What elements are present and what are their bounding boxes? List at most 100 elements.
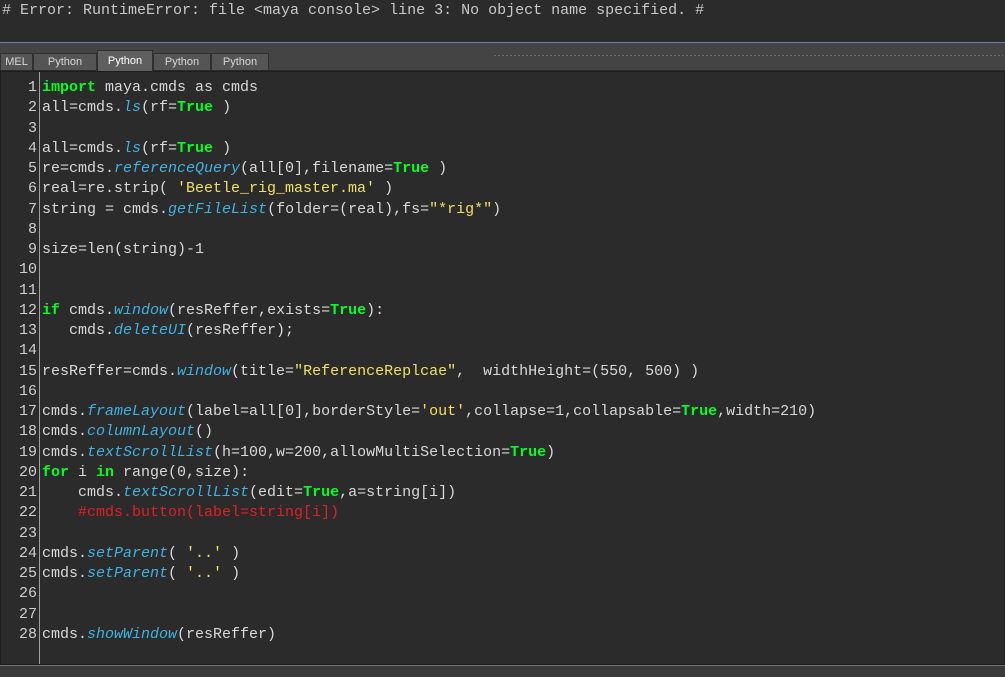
line-number: 23 bbox=[18, 524, 37, 542]
code-token: '..' bbox=[186, 565, 223, 582]
code-token: window bbox=[177, 362, 232, 380]
tab-drag-grip[interactable] bbox=[493, 54, 1003, 57]
code-token: (resReffer); bbox=[186, 322, 295, 339]
code-token: ) bbox=[222, 565, 241, 582]
line-number: 24 bbox=[18, 544, 37, 562]
code-token: getFileList bbox=[168, 200, 268, 218]
code-token: True bbox=[330, 301, 367, 319]
code-token: frameLayout bbox=[87, 403, 187, 420]
code-token: ls bbox=[123, 99, 142, 117]
code-token: (resReffer) bbox=[177, 625, 277, 643]
code-line[interactable]: real=re.strip( 'Beetle_rig_master.ma' ) bbox=[42, 179, 393, 199]
code-token: size=len(string)-1 bbox=[42, 241, 205, 258]
code-token: (folder=(real),fs= bbox=[267, 200, 430, 218]
code-line[interactable]: cmds.columnLayout() bbox=[42, 422, 213, 442]
line-number: 12 bbox=[18, 301, 37, 319]
code-line[interactable]: for i in range(0,size): bbox=[42, 463, 249, 483]
code-token: cmds. bbox=[42, 403, 88, 420]
code-line[interactable]: all=cmds.ls(rf=True ) bbox=[42, 98, 231, 118]
code-line[interactable]: import maya.cmds as cmds bbox=[42, 78, 258, 98]
code-token: True bbox=[177, 99, 214, 117]
code-token: ls bbox=[123, 139, 142, 157]
code-token: cmds. bbox=[42, 625, 88, 643]
script-tab-bar: MEL Python Python Python Python bbox=[0, 50, 1005, 71]
code-token: ( bbox=[168, 565, 187, 582]
code-token: True bbox=[177, 139, 214, 157]
code-token: ) bbox=[213, 139, 232, 157]
code-token: (h=100,w=200,allowMultiSelection= bbox=[213, 443, 511, 461]
code-line[interactable]: string = cmds.getFileList(folder=(real),… bbox=[42, 200, 501, 220]
code-line[interactable]: size=len(string)-1 bbox=[42, 240, 204, 260]
code-token: all=cmds. bbox=[42, 99, 124, 117]
code-token: "ReferenceReplcae" bbox=[294, 362, 457, 380]
line-number: 20 bbox=[18, 463, 37, 481]
tab-python-2[interactable]: Python bbox=[97, 50, 153, 71]
code-token: '..' bbox=[186, 544, 223, 562]
tab-python-3[interactable]: Python bbox=[153, 53, 211, 70]
line-number: 14 bbox=[18, 342, 37, 360]
code-token: referenceQuery bbox=[114, 160, 241, 177]
code-token: resReffer=cmds. bbox=[42, 362, 178, 380]
line-number: 13 bbox=[18, 322, 37, 339]
code-line[interactable]: re=cmds.referenceQuery(all[0],filename=T… bbox=[42, 159, 447, 179]
script-output-pane[interactable]: # Error: RuntimeError: file <maya consol… bbox=[0, 0, 1005, 42]
code-token: True bbox=[393, 160, 430, 177]
code-line[interactable]: #cmds.button(label=string[i]) bbox=[42, 503, 339, 523]
code-token: all=cmds. bbox=[42, 139, 124, 157]
line-number: 10 bbox=[18, 261, 37, 279]
code-token: columnLayout bbox=[87, 423, 196, 441]
line-number: 5 bbox=[27, 160, 37, 177]
code-token: in bbox=[96, 463, 115, 481]
code-token: (title= bbox=[231, 362, 295, 380]
code-line[interactable]: cmds.showWindow(resReffer) bbox=[42, 625, 276, 645]
code-line[interactable]: resReffer=cmds.window(title="ReferenceRe… bbox=[42, 362, 699, 382]
code-token: () bbox=[195, 423, 214, 441]
code-token: (label=all[0],borderStyle= bbox=[186, 403, 421, 420]
code-token: ) bbox=[375, 180, 394, 198]
tab-mel[interactable]: MEL bbox=[0, 53, 33, 70]
code-line[interactable]: cmds.setParent( '..' ) bbox=[42, 564, 240, 584]
line-number: 19 bbox=[18, 443, 37, 461]
code-line[interactable]: cmds.frameLayout(label=all[0],borderStyl… bbox=[42, 402, 816, 422]
code-token: range(0,size): bbox=[114, 463, 250, 481]
code-token: cmds. bbox=[42, 484, 124, 501]
code-token: 'Beetle_rig_master.ma' bbox=[177, 180, 376, 198]
tab-python-1[interactable]: Python bbox=[33, 53, 97, 70]
code-token: setParent bbox=[87, 544, 169, 562]
code-line[interactable]: cmds.textScrollList(edit=True,a=string[i… bbox=[42, 483, 456, 503]
code-token: True bbox=[303, 484, 340, 501]
code-line[interactable]: cmds.deleteUI(resReffer); bbox=[42, 321, 294, 341]
line-number: 21 bbox=[18, 484, 37, 501]
code-token: cmds. bbox=[42, 565, 88, 582]
code-token: deleteUI bbox=[114, 322, 187, 339]
code-token: showWindow bbox=[87, 625, 178, 643]
code-token: ,collapse=1,collapsable= bbox=[465, 403, 682, 420]
code-line[interactable]: cmds.textScrollList(h=100,w=200,allowMul… bbox=[42, 443, 555, 463]
code-token: ): bbox=[366, 301, 385, 319]
code-token: textScrollList bbox=[87, 443, 214, 461]
line-number: 7 bbox=[27, 200, 37, 218]
code-token: import bbox=[42, 79, 97, 96]
code-token: cmds. bbox=[42, 322, 115, 339]
code-token: 'out' bbox=[420, 403, 466, 420]
code-line[interactable]: all=cmds.ls(rf=True ) bbox=[42, 139, 231, 159]
code-token: ,width=210) bbox=[717, 403, 817, 420]
code-token: cmds. bbox=[42, 423, 88, 441]
code-line[interactable]: cmds.setParent( '..' ) bbox=[42, 544, 240, 564]
code-token: ) bbox=[492, 200, 502, 218]
line-number: 18 bbox=[18, 423, 37, 441]
line-number: 15 bbox=[18, 362, 37, 380]
code-editor[interactable]: 1 import maya.cmds as cmds 2 all=cmds.ls(rf… bbox=[0, 71, 1005, 665]
tab-python-4[interactable]: Python bbox=[211, 53, 269, 70]
code-token: string = cmds. bbox=[42, 200, 169, 218]
code-token: , widthHeight=(550, 500) ) bbox=[456, 362, 700, 380]
code-token: i bbox=[69, 463, 97, 481]
code-token: textScrollList bbox=[123, 484, 250, 501]
code-token: ) bbox=[546, 443, 556, 461]
code-line[interactable]: if cmds.window(resReffer,exists=True): bbox=[42, 301, 384, 321]
code-token: True bbox=[681, 403, 718, 420]
code-token: for bbox=[42, 463, 70, 481]
line-number: 26 bbox=[18, 585, 37, 603]
code-token: (edit= bbox=[249, 484, 304, 501]
bottom-resize-bar[interactable] bbox=[0, 665, 1005, 677]
